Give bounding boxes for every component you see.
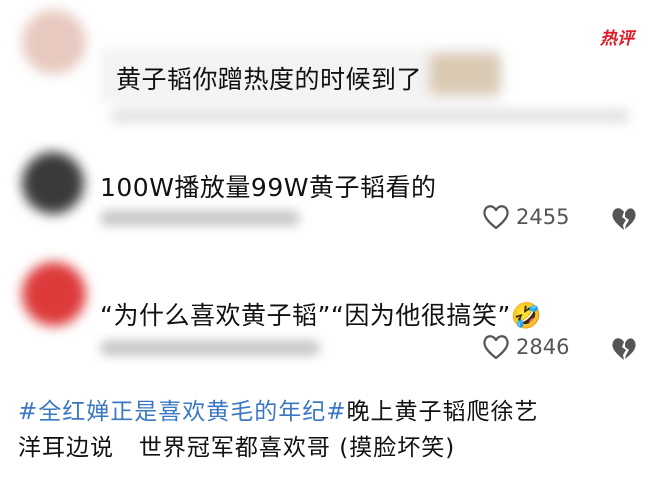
hashtag-link[interactable]: #全红婵正是喜欢黄毛的年纪#: [18, 399, 347, 425]
comment-actions: 2846: [482, 334, 569, 360]
comment-meta: [100, 210, 300, 226]
post-caption: #全红婵正是喜欢黄毛的年纪#晚上黄子韬爬徐艺 洋耳边说 世界冠军都喜欢哥 (摸脸…: [18, 394, 648, 466]
laughing-rolling-emoji: 🤣: [510, 301, 543, 330]
heart-outline-icon[interactable]: [482, 204, 510, 230]
quoted-card-thumbnail: [430, 54, 500, 94]
like-count: 2455: [516, 205, 570, 229]
broken-heart-icon[interactable]: [610, 206, 638, 232]
caption-line-2: 洋耳边说 世界冠军都喜欢哥 (摸脸坏笑): [18, 435, 456, 461]
comment-meta: [100, 340, 320, 356]
comment-text: 黄子韬你蹭热度的时候到了: [116, 65, 423, 94]
comment-text: 100W播放量99W黄子韬看的: [100, 173, 437, 202]
comment-item-3: “为什么喜欢黄子韬”“因为他很搞笑”🤣 2846: [0, 260, 660, 380]
caption-text: 晚上黄子韬爬徐艺: [346, 399, 539, 425]
broken-heart-icon[interactable]: [610, 336, 638, 362]
comment-actions: 2455: [482, 204, 569, 230]
comment-item-1: 黄子韬你蹭热度的时候到了: [0, 0, 660, 140]
comment-text: “为什么喜欢黄子韬”“因为他很搞笑”🤣: [100, 296, 542, 332]
caption-line-1: #全红婵正是喜欢黄毛的年纪#晚上黄子韬爬徐艺: [18, 394, 648, 430]
comment-item-2: 100W播放量99W黄子韬看的 2455: [0, 140, 660, 260]
avatar: [22, 262, 86, 326]
avatar: [22, 152, 84, 214]
like-count: 2846: [516, 335, 570, 359]
comment-meta: [110, 108, 630, 124]
comment-text-body: “为什么喜欢黄子韬”“因为他很搞笑”: [100, 301, 511, 330]
avatar: [22, 10, 86, 74]
heart-outline-icon[interactable]: [482, 334, 510, 360]
